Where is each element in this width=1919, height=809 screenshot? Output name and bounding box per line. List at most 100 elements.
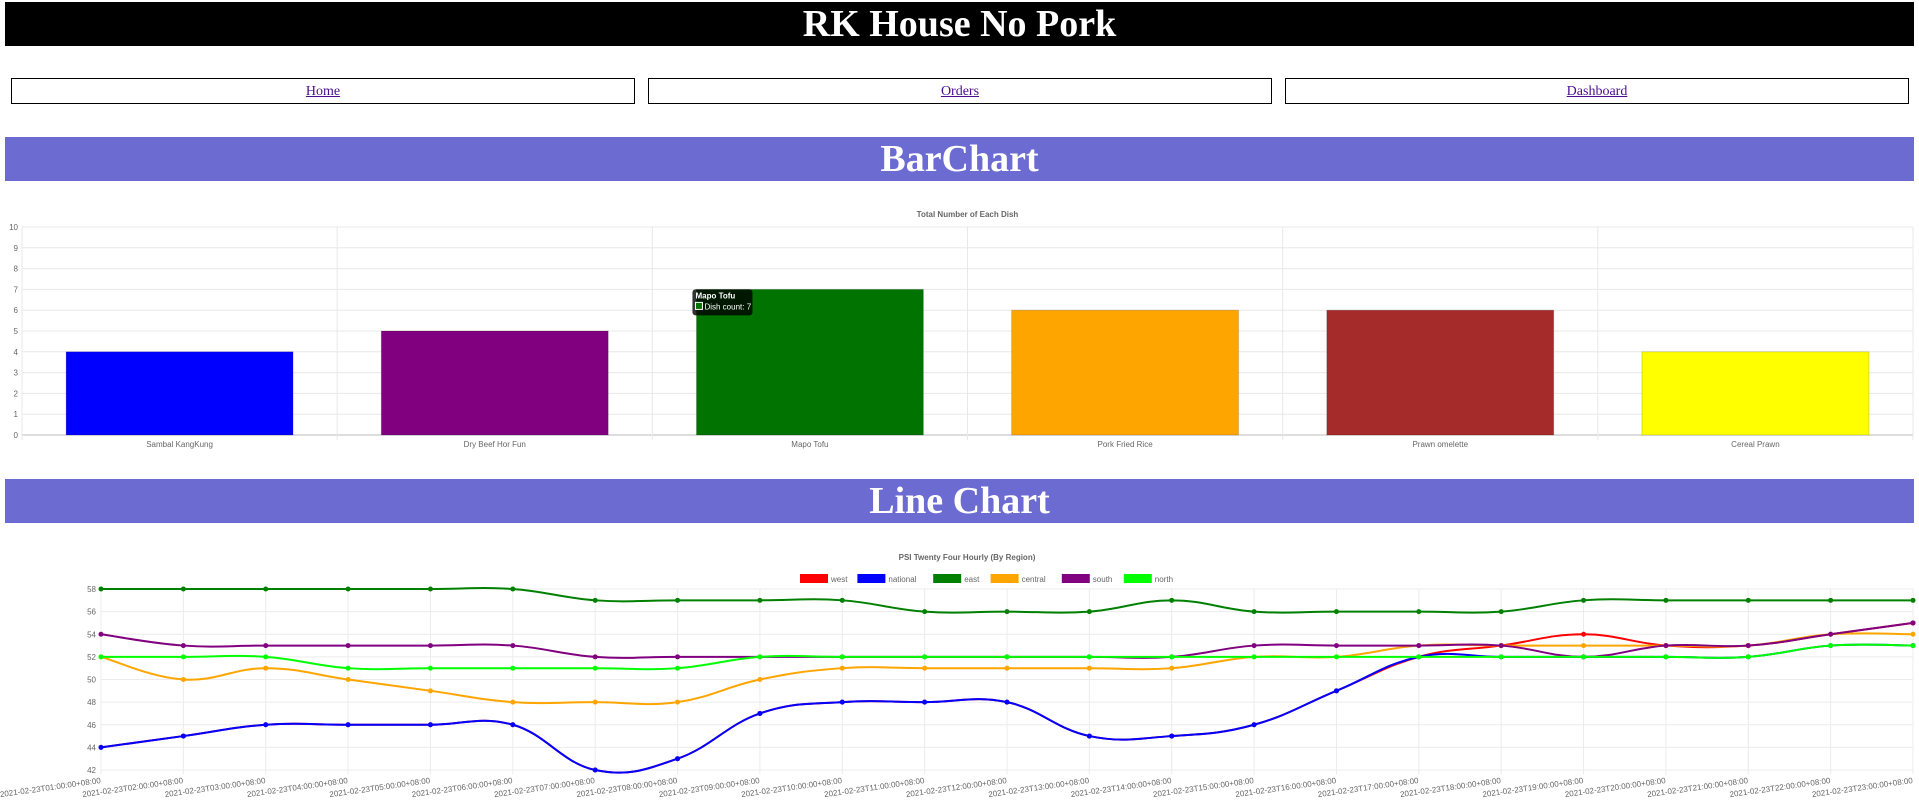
series-point-central <box>1169 665 1175 671</box>
bar-y-tick-label: 5 <box>14 327 19 336</box>
series-point-east <box>1004 609 1010 615</box>
nav-link-orders[interactable]: Orders <box>941 84 979 99</box>
series-point-east <box>510 586 516 592</box>
bar-tooltip-title: Mapo Tofu <box>695 291 735 300</box>
series-point-north <box>345 665 351 671</box>
bar-x-tick-label: Cereal Prawn <box>1731 440 1779 449</box>
series-point-national <box>839 699 845 705</box>
legend-label-north: north <box>1155 575 1173 584</box>
series-point-central <box>592 699 598 705</box>
series-point-south <box>1498 643 1504 649</box>
bar-x-tick-label: Dry Beef Hor Fun <box>464 440 526 449</box>
series-point-north <box>1333 654 1339 660</box>
series-point-central <box>345 677 351 682</box>
barchart-heading: BarChart <box>5 137 1914 181</box>
bar-x-tick-label: Prawn omelette <box>1412 440 1468 449</box>
series-point-central <box>180 677 186 682</box>
series-point-central <box>1910 631 1916 637</box>
series-point-south <box>1910 620 1916 626</box>
series-point-south <box>1333 643 1339 649</box>
bar-pork-fried-rice <box>1011 309 1240 436</box>
nav-link-dashboard[interactable]: Dashboard <box>1567 84 1628 99</box>
series-point-east <box>1910 597 1916 603</box>
bar-y-tick-label: 10 <box>9 223 18 232</box>
line-y-tick-label: 50 <box>87 676 96 685</box>
series-point-north <box>1498 654 1504 660</box>
series-point-national <box>1251 722 1257 728</box>
line-y-tick-label: 52 <box>87 653 96 662</box>
series-point-national <box>1004 699 1010 705</box>
series-point-north <box>1910 643 1916 649</box>
series-point-south <box>1251 643 1257 649</box>
series-point-east <box>263 586 269 592</box>
bar-tooltip-swatch <box>694 301 703 310</box>
line-y-tick-label: 44 <box>87 743 96 752</box>
series-point-south <box>675 654 681 660</box>
series-point-central <box>922 665 928 671</box>
series-point-north <box>1745 654 1751 660</box>
series-point-east <box>839 597 845 603</box>
series-point-north <box>98 654 104 660</box>
series-point-central <box>1581 643 1587 649</box>
legend-label-central: central <box>1022 575 1046 584</box>
series-point-national <box>345 722 351 728</box>
series-point-east <box>1828 597 1834 603</box>
series-point-central <box>427 688 433 694</box>
series-point-east <box>1333 609 1339 615</box>
legend-swatch-national <box>857 574 886 583</box>
series-point-north <box>1251 654 1257 660</box>
site-header: RK House No Pork <box>5 2 1914 46</box>
series-point-east <box>592 597 598 603</box>
series-point-north <box>757 654 763 660</box>
series-point-national <box>98 744 104 750</box>
series-point-central <box>263 665 269 671</box>
bar-y-tick-label: 0 <box>14 431 19 440</box>
legend-label-west: west <box>830 575 848 584</box>
series-point-east <box>1663 597 1669 603</box>
bar-y-tick-label: 8 <box>14 265 19 274</box>
bar-sambal-kangkung <box>65 351 294 436</box>
line-y-tick-label: 56 <box>87 608 96 617</box>
series-point-north <box>1004 654 1010 660</box>
series-point-north <box>592 665 598 671</box>
legend-swatch-west <box>800 574 828 583</box>
series-point-east <box>1745 597 1751 603</box>
series-point-north <box>922 654 928 660</box>
series-point-east <box>1581 597 1587 603</box>
series-point-east <box>1086 609 1092 615</box>
legend-label-south: south <box>1093 575 1113 584</box>
nav-link-home[interactable]: Home <box>306 84 340 99</box>
series-point-north <box>1416 654 1422 660</box>
series-point-east <box>1416 609 1422 615</box>
series-point-north <box>1086 654 1092 660</box>
series-point-national <box>592 767 598 773</box>
legend-swatch-east <box>933 574 962 583</box>
legend-swatch-south <box>1061 574 1090 583</box>
bar-x-tick-label: Mapo Tofu <box>791 440 828 449</box>
series-point-north <box>427 665 433 671</box>
series-point-national <box>757 710 763 716</box>
bar-y-tick-label: 7 <box>14 285 19 294</box>
bar-y-tick-label: 2 <box>14 389 19 398</box>
series-point-national <box>1086 733 1092 739</box>
series-point-national <box>922 699 928 705</box>
series-point-national <box>263 722 269 728</box>
bar-y-tick-label: 1 <box>14 410 19 419</box>
line-y-tick-label: 42 <box>87 766 96 775</box>
series-point-north <box>510 665 516 671</box>
series-point-south <box>345 643 351 649</box>
bar-x-tick-label: Sambal KangKung <box>146 440 213 449</box>
series-point-north <box>263 654 269 660</box>
bar-y-tick-label: 9 <box>14 244 19 253</box>
series-point-south <box>263 643 269 649</box>
bar-y-tick-label: 6 <box>14 306 19 315</box>
series-point-south <box>1745 643 1751 649</box>
series-point-central <box>675 699 681 705</box>
bar-cereal-prawn <box>1641 351 1870 436</box>
series-point-central <box>1086 665 1092 671</box>
series-point-north <box>1169 654 1175 660</box>
series-point-central <box>839 665 845 671</box>
series-point-national <box>427 722 433 728</box>
series-point-central <box>757 677 763 682</box>
series-point-national <box>510 722 516 728</box>
